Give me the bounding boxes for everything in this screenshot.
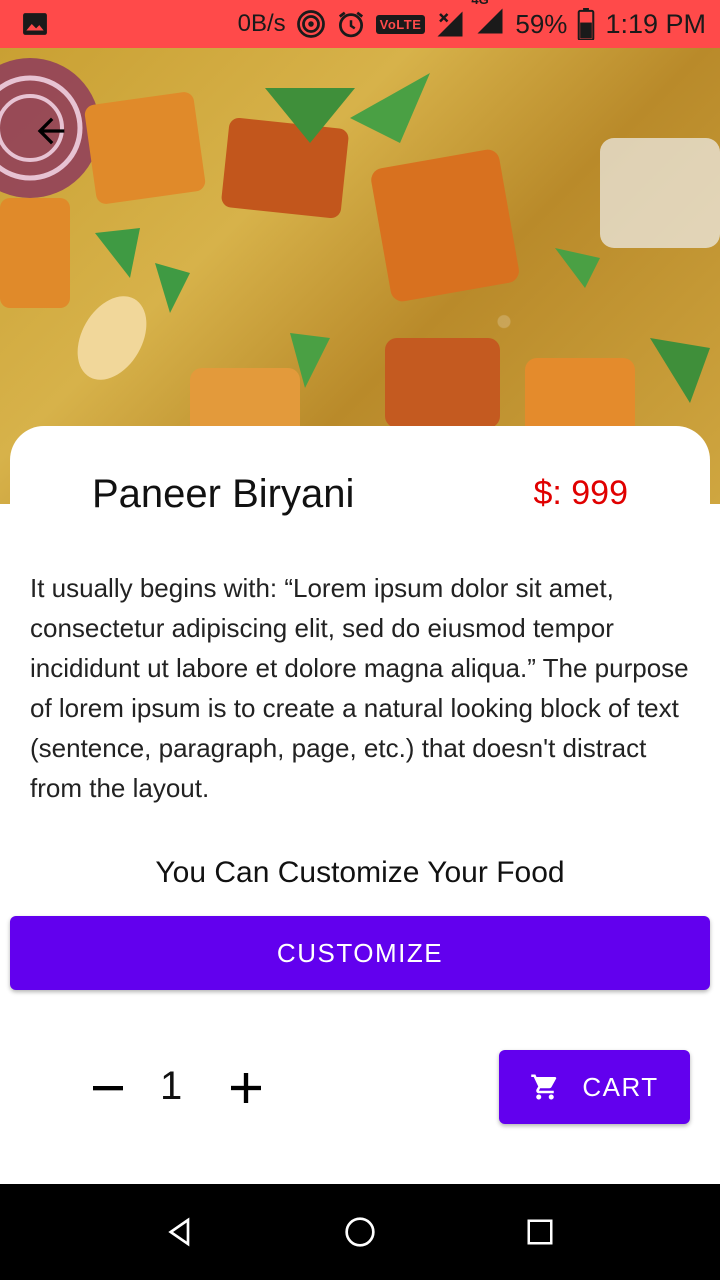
back-arrow-icon	[37, 117, 65, 145]
network-type-label: 4G	[471, 0, 488, 7]
network-type: 4G	[471, 0, 505, 43]
nav-home-icon	[345, 1217, 375, 1247]
image-icon	[22, 11, 48, 37]
cart-icon	[531, 1074, 557, 1100]
cart-button-label: CART	[582, 1071, 659, 1102]
plus-icon	[231, 1073, 261, 1103]
status-bar: 0B/s VoLTE 4G 59% 1:19 PM	[0, 0, 720, 48]
cart-button[interactable]: CART	[499, 1050, 690, 1124]
quantity-row: 1 CART	[10, 1050, 710, 1130]
battery-icon	[577, 8, 595, 40]
clock: 1:19 PM	[605, 8, 706, 39]
network-speed: 0B/s	[237, 10, 286, 37]
nav-back-button[interactable]	[160, 1212, 200, 1252]
signal-4g-icon	[477, 8, 503, 33]
dish-price: $: 999	[533, 474, 628, 512]
navigation-bar	[0, 1184, 720, 1280]
hotspot-icon	[296, 9, 326, 39]
increase-quantity-button[interactable]	[224, 1066, 268, 1110]
decrease-quantity-button[interactable]	[86, 1066, 130, 1110]
dish-description: It usually begins with: “Lorem ipsum dol…	[30, 573, 689, 803]
nav-back-icon	[168, 1217, 190, 1247]
battery-percent: 59%	[515, 8, 568, 39]
dish-title: Paneer Biryani	[92, 472, 355, 516]
customize-button[interactable]: CUSTOMIZE	[10, 916, 710, 990]
alarm-icon	[336, 9, 366, 39]
nav-recents-icon	[527, 1219, 553, 1245]
volte-badge: VoLTE	[375, 14, 426, 34]
nav-recents-button[interactable]	[520, 1212, 560, 1252]
quantity-value: 1	[160, 1064, 183, 1108]
back-button[interactable]	[26, 106, 76, 156]
dish-card: Paneer Biryani $: 999 It usually begins …	[10, 426, 710, 1184]
nav-home-button[interactable]	[340, 1212, 380, 1252]
minus-icon	[93, 1086, 123, 1091]
signal-icon	[435, 9, 465, 39]
customize-note: You Can Customize Your Food	[155, 856, 565, 889]
